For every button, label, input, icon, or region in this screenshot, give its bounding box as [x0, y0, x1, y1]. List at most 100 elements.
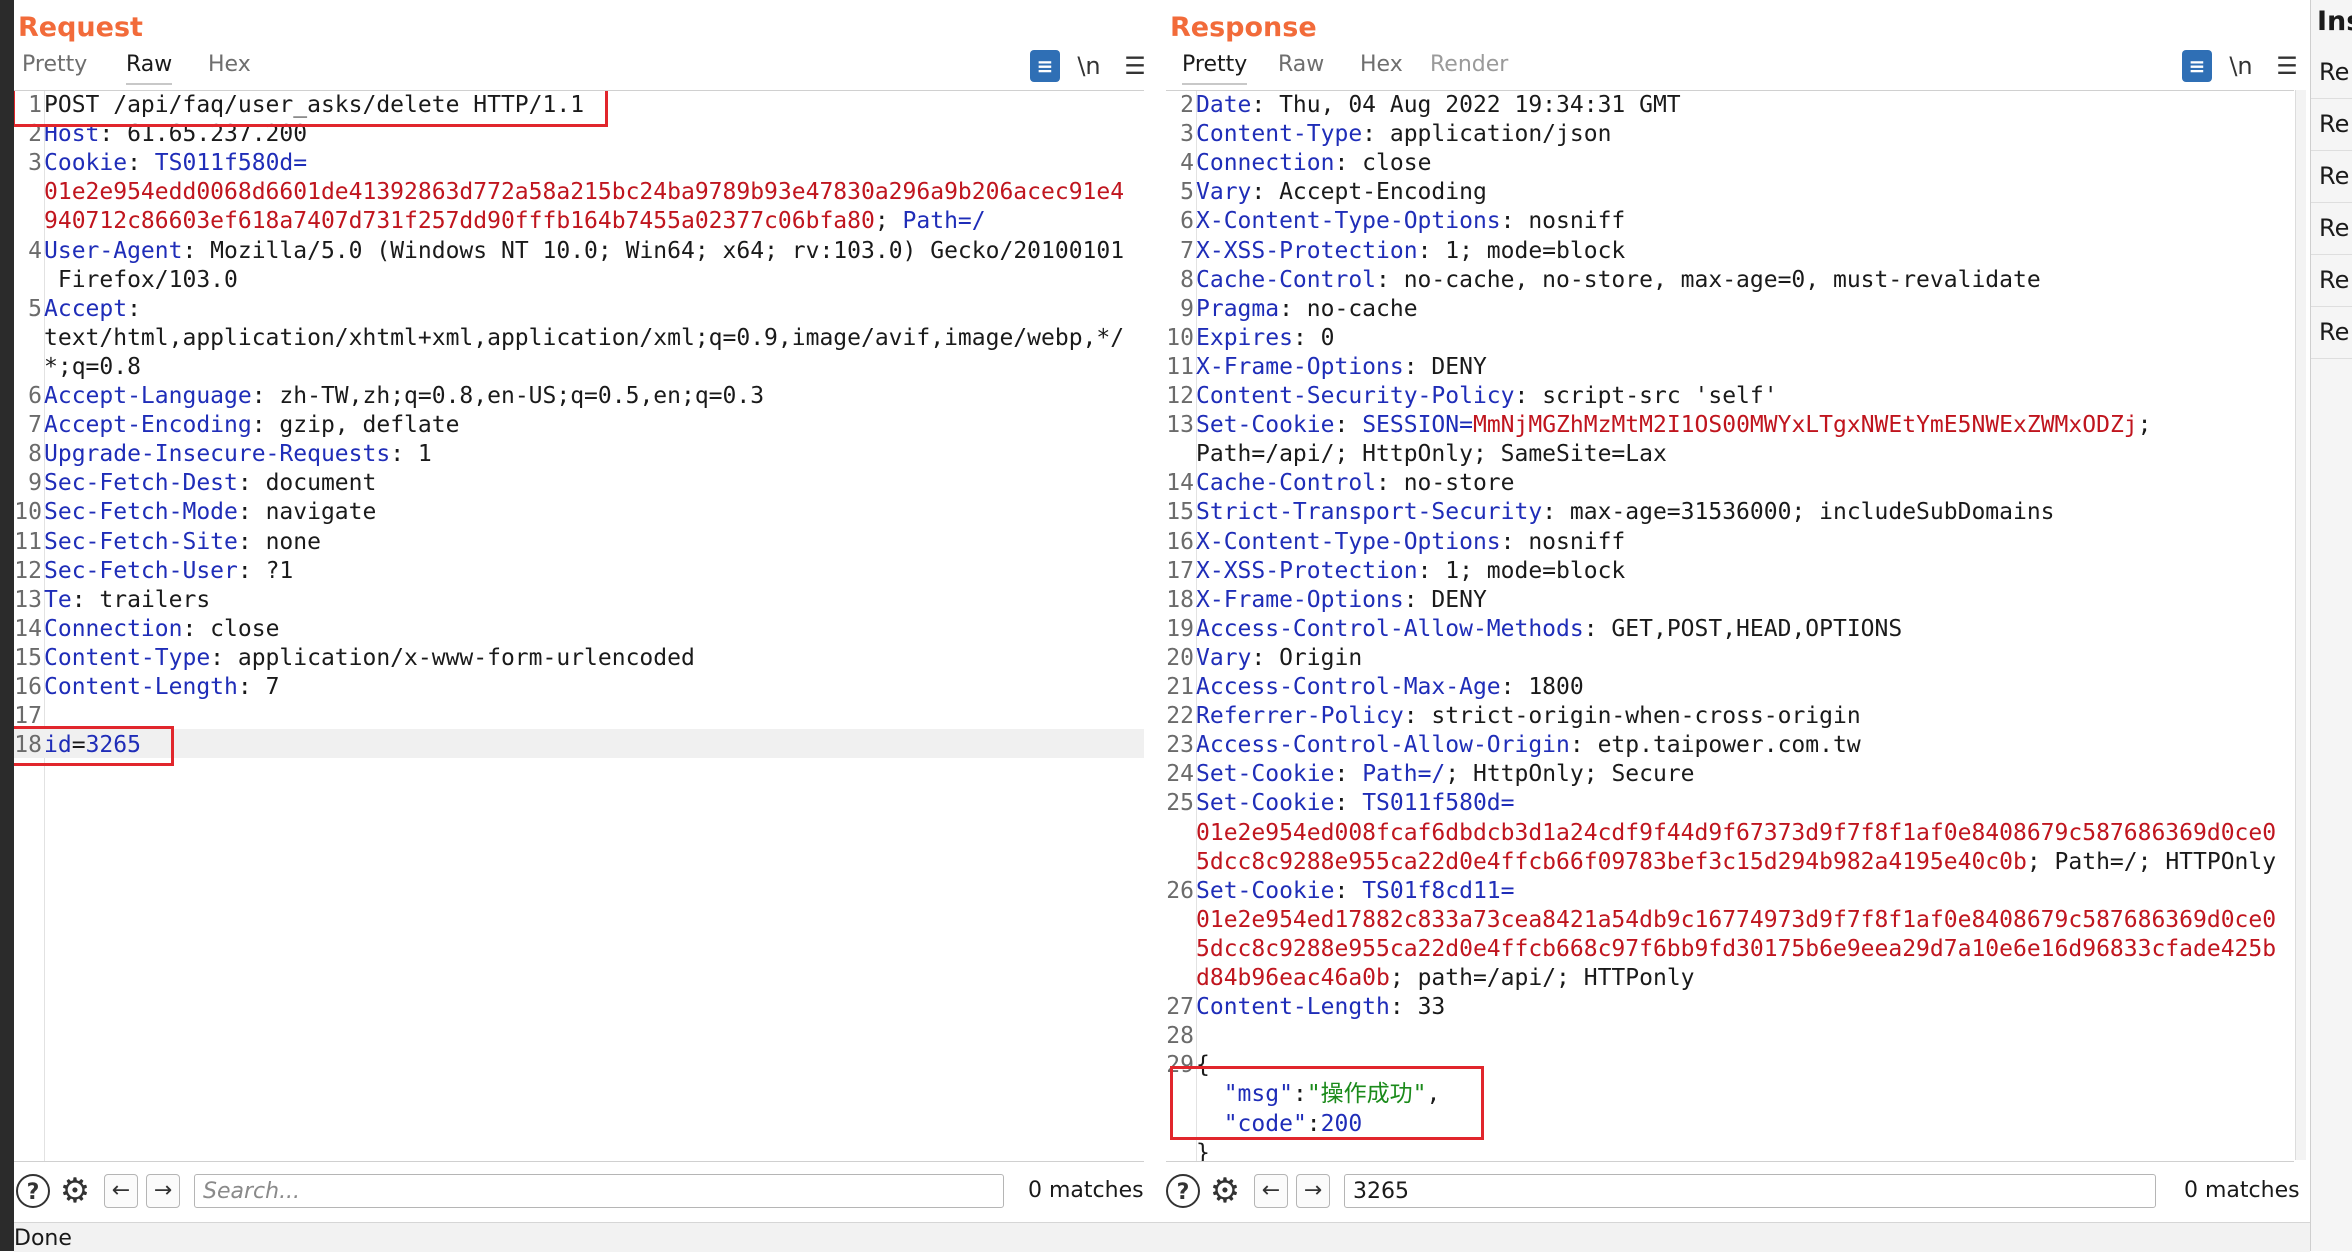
inspector-row[interactable]: Re: [2319, 318, 2349, 346]
line-number: 8: [28, 441, 42, 468]
help-icon[interactable]: ?: [1166, 1174, 1200, 1208]
next-match-button[interactable]: →: [146, 1174, 180, 1208]
menu-icon[interactable]: ☰: [2272, 50, 2302, 82]
code-token: TS011f580d=: [1362, 790, 1515, 817]
code-token: *;q=0.8: [44, 353, 141, 380]
inspector-row[interactable]: Re: [2319, 162, 2349, 190]
code-token: : 1; mode=block: [1417, 557, 1626, 584]
tab-request-hex[interactable]: Hex: [208, 52, 251, 83]
line-text: 01e2e954edd0068d6601de41392863d772a58a21…: [44, 178, 1124, 207]
gear-icon[interactable]: ⚙: [1206, 1172, 1244, 1210]
code-token: Sec-Fetch-Dest: [44, 470, 238, 497]
tab-request-pretty[interactable]: Pretty: [22, 52, 87, 83]
inspector-row[interactable]: Re: [2319, 266, 2349, 294]
line-text: 01e2e954ed17882c833a73cea8421a54db9c1677…: [1196, 906, 2276, 935]
code-token: ; path=/api/; HTTPonly: [1389, 965, 1695, 991]
left-window-edge: [0, 0, 14, 1251]
inspector-title: Ins: [2317, 6, 2352, 37]
code-token: Accept: [44, 295, 128, 322]
tab-response-render[interactable]: Render: [1430, 52, 1508, 83]
code-token: Content-Length: [44, 674, 238, 700]
code-token: d84b96eac46a0b: [1196, 965, 1390, 991]
line-number: 13: [1166, 412, 1194, 439]
line-number: 16: [1166, 528, 1194, 555]
line-number: 4: [28, 237, 42, 264]
request-search-input[interactable]: [194, 1174, 1004, 1208]
previous-match-button[interactable]: ←: [1254, 1174, 1288, 1208]
line-number: 3: [1180, 121, 1194, 148]
line-text: Referrer-Policy: strict-origin-when-cros…: [1196, 702, 1861, 731]
line-text: Pragma: no-cache: [1196, 295, 1418, 324]
request-editor[interactable]: 1 POST /api/faq/user_asks/delete HTTP/1.1…: [14, 90, 1144, 1162]
line-text: Access-Control-Max-Age: 1800: [1196, 673, 1584, 702]
line-number: 23: [1166, 732, 1194, 759]
tab-response-pretty[interactable]: Pretty: [1182, 52, 1248, 85]
line-number: 27: [1166, 994, 1194, 1021]
line-text: Firefox/103.0: [44, 266, 238, 295]
line-number: 14: [1166, 470, 1194, 497]
line-text: Vary: Accept-Encoding: [1196, 178, 1487, 207]
code-token: 5dcc8c9288e955ca22d0e4ffcb668c97f6bb9fd3…: [1196, 935, 2277, 962]
line-text: Access-Control-Allow-Origin: etp.taipowe…: [1196, 731, 1861, 760]
inspector-row[interactable]: Re: [2319, 110, 2349, 138]
response-search-input[interactable]: [1344, 1174, 2156, 1208]
help-icon[interactable]: ?: [16, 1174, 50, 1208]
line-text: Accept:: [44, 295, 141, 324]
code-token: : DENY: [1403, 586, 1487, 613]
format-icon[interactable]: ≡: [1030, 50, 1060, 82]
code-token: Sec-Fetch-User: [44, 557, 238, 584]
line-text: Set-Cookie: TS011f580d=: [1196, 789, 1515, 818]
code-token: Vary: [1196, 179, 1252, 206]
code-token: Accept-Encoding: [44, 412, 252, 439]
line-number: 25: [1166, 790, 1194, 817]
line-text: Date: Thu, 04 Aug 2022 19:34:31 GMT: [1196, 91, 1681, 120]
tab-request-raw[interactable]: Raw: [126, 52, 173, 85]
tab-response-raw[interactable]: Raw: [1278, 52, 1324, 83]
line-number: 13: [14, 586, 42, 613]
code-token: X-Frame-Options: [1196, 353, 1404, 380]
line-number: 9: [28, 470, 42, 497]
response-editor[interactable]: 2 Date: Thu, 04 Aug 2022 19:34:31 GMT 3 Con…: [1166, 90, 2294, 1162]
code-token: :: [1334, 761, 1363, 788]
code-token: Path=/api/; HttpOnly; SameSite=Lax: [1196, 441, 1667, 468]
line-text: d84b96eac46a0b; path=/api/; HTTPonly: [1196, 964, 1695, 993]
status-bar: Done: [14, 1222, 2310, 1252]
current-line-highlight: [14, 729, 1144, 758]
code-token: Referrer-Policy: [1196, 703, 1404, 730]
code-token: Access-Control-Max-Age: [1196, 674, 1501, 700]
code-token: :: [1334, 877, 1363, 904]
code-token: : Accept-Encoding: [1251, 179, 1487, 206]
line-text: text/html,application/xhtml+xml,applicat…: [44, 324, 1124, 353]
menu-icon[interactable]: ☰: [1120, 50, 1150, 82]
line-text: Accept-Language: zh-TW,zh;q=0.8,en-US;q=…: [44, 382, 764, 411]
code-token: : 0: [1292, 324, 1335, 351]
format-icon[interactable]: ≡: [2182, 50, 2212, 82]
code-token: 01e2e954ed17882c833a73cea8421a54db9c1677…: [1196, 906, 2277, 933]
line-number: 10: [14, 499, 42, 526]
inspector-row[interactable]: Re: [2319, 214, 2349, 242]
line-number: 11: [1166, 353, 1194, 380]
tab-response-hex[interactable]: Hex: [1360, 52, 1403, 83]
code-token: Content-Security-Policy: [1196, 383, 1515, 409]
line-text: Content-Length: 7: [44, 673, 279, 702]
code-token: : close: [182, 615, 280, 642]
newline-toggle[interactable]: \n: [2226, 50, 2256, 82]
line-number: 15: [1166, 499, 1194, 526]
inspector-row[interactable]: Re: [2319, 58, 2349, 86]
code-token: : trailers: [71, 586, 211, 613]
code-token: Expires: [1196, 324, 1293, 351]
next-match-button[interactable]: →: [1296, 1174, 1330, 1208]
code-token: Accept-Language: [44, 383, 252, 409]
code-token: Te: [44, 586, 72, 613]
code-token: TS011f580d=: [154, 150, 308, 177]
line-number: 2: [1180, 92, 1194, 118]
gear-icon[interactable]: ⚙: [56, 1172, 94, 1210]
newline-toggle[interactable]: \n: [1074, 50, 1104, 82]
line-number: 16: [14, 674, 42, 700]
response-scrollbar[interactable]: [2295, 90, 2306, 1160]
code-token: ;: [2137, 412, 2152, 439]
code-token: X-Frame-Options: [1196, 586, 1404, 613]
previous-match-button[interactable]: ←: [104, 1174, 138, 1208]
line-text: Cache-Control: no-cache, no-store, max-a…: [1196, 266, 2041, 295]
code-token: Content-Type: [1196, 121, 1363, 148]
